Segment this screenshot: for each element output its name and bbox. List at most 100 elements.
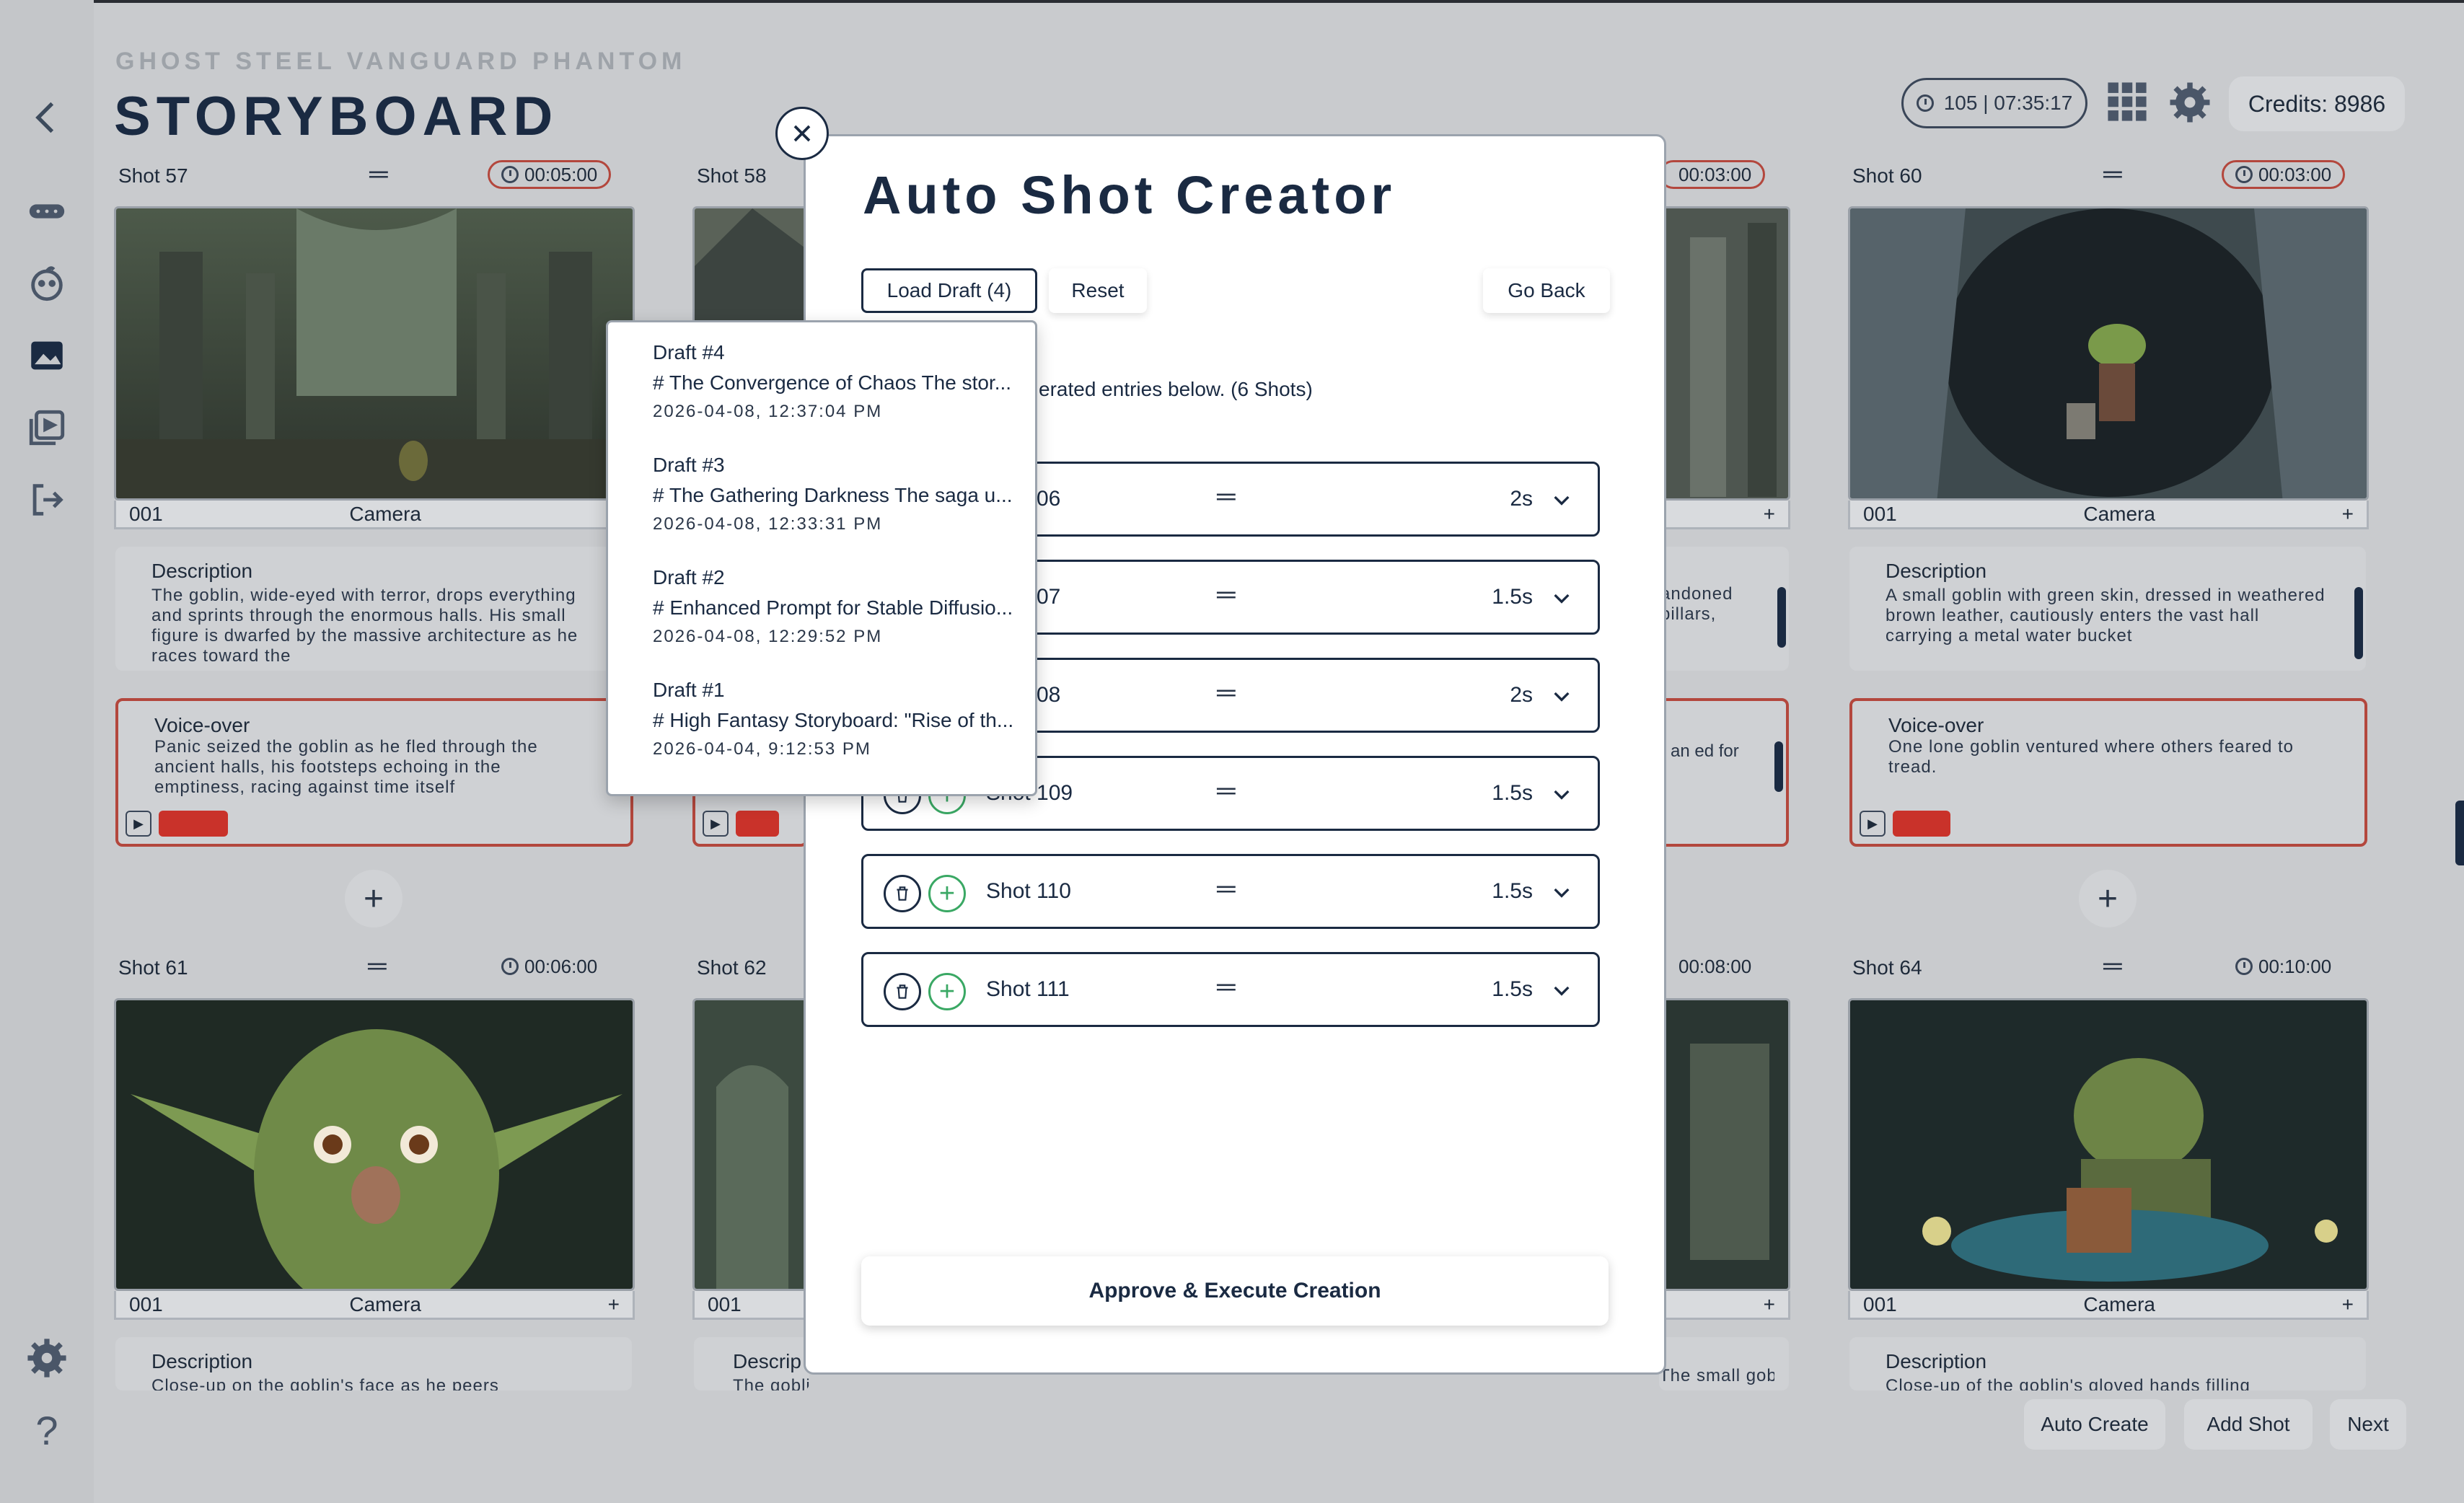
reset-button[interactable]: Reset bbox=[1049, 268, 1147, 313]
scrollbar[interactable] bbox=[1777, 587, 1786, 648]
shot-60-image[interactable] bbox=[1848, 206, 2369, 501]
shot-row-label[interactable]: Shot 111 bbox=[986, 977, 1070, 1002]
shot-row-duration[interactable]: 2s bbox=[1510, 487, 1533, 511]
draft-item[interactable]: Draft #2 # Enhanced Prompt for Stable Di… bbox=[653, 566, 1035, 679]
shot-64-image[interactable] bbox=[1848, 998, 2369, 1291]
delete-trash-icon[interactable] bbox=[884, 875, 921, 912]
load-draft-button[interactable]: Load Draft (4) bbox=[861, 268, 1037, 313]
shot-64-description[interactable]: Description Close-up of the goblin's glo… bbox=[1849, 1337, 2366, 1390]
shot-57-description[interactable]: Description The goblin, wide-eyed with t… bbox=[115, 547, 632, 671]
shot-row[interactable]: + Shot 111 ═ 1.5s bbox=[861, 952, 1600, 1027]
shot-61-description[interactable]: Description Close-up on the goblin's fac… bbox=[115, 1337, 632, 1390]
shot-row-label[interactable]: Shot 110 bbox=[986, 879, 1071, 904]
go-back-button[interactable]: Go Back bbox=[1483, 268, 1610, 313]
grid-view-icon[interactable] bbox=[2106, 81, 2148, 123]
page-scrollbar[interactable] bbox=[2455, 801, 2464, 865]
camera-label[interactable]: Camera bbox=[349, 503, 421, 526]
shot-row-duration[interactable]: 2s bbox=[1510, 683, 1533, 708]
shot-57-voiceover[interactable]: Voice-over Panic seized the goblin as he… bbox=[115, 698, 633, 847]
shot-59-camera-row[interactable]: + bbox=[1659, 501, 1790, 529]
shot-row-label[interactable]: 08 bbox=[1037, 683, 1060, 708]
add-shot-between-button[interactable]: + bbox=[2079, 870, 2137, 927]
logout-icon[interactable] bbox=[23, 476, 71, 524]
drag-handle-icon[interactable]: ═ bbox=[2103, 159, 2122, 189]
add-shot-button[interactable]: Add Shot bbox=[2184, 1399, 2313, 1450]
add-frame-icon[interactable]: + bbox=[1764, 503, 1775, 526]
shot-row-duration[interactable]: 1.5s bbox=[1492, 585, 1533, 609]
shot-59-image[interactable] bbox=[1659, 206, 1790, 501]
character-face-icon[interactable] bbox=[23, 260, 71, 307]
auto-create-button[interactable]: Auto Create bbox=[2024, 1399, 2165, 1450]
chevron-down-icon[interactable] bbox=[1550, 783, 1573, 806]
draft-item[interactable]: Draft #1 # High Fantasy Storyboard: "Ris… bbox=[653, 679, 1035, 791]
next-button[interactable]: Next bbox=[2330, 1399, 2406, 1450]
storyboard-image-icon[interactable] bbox=[23, 332, 71, 379]
close-modal-button[interactable] bbox=[775, 107, 829, 160]
shot-61-camera-row[interactable]: 001 Camera + bbox=[114, 1291, 635, 1320]
shot-59-voiceover[interactable]: an ed for bbox=[1659, 698, 1789, 847]
draft-item[interactable]: Draft #3 # The Gathering Darkness The sa… bbox=[653, 454, 1035, 566]
shot-row-duration[interactable]: 1.5s bbox=[1492, 781, 1533, 806]
drag-handle-icon[interactable]: ═ bbox=[1217, 971, 1236, 1002]
drag-handle-icon[interactable]: ═ bbox=[2103, 951, 2122, 981]
drag-handle-icon[interactable]: ═ bbox=[1217, 677, 1236, 708]
camera-label[interactable]: Camera bbox=[349, 1293, 421, 1316]
shot-row-label[interactable]: 06 bbox=[1037, 487, 1060, 511]
play-icon[interactable]: ▶ bbox=[126, 811, 151, 837]
shot-62-description[interactable]: Descrip The goblin carefully crosses a d… bbox=[694, 1337, 809, 1390]
clock-icon bbox=[2235, 166, 2253, 183]
shot-61-image[interactable] bbox=[114, 998, 635, 1291]
play-icon[interactable]: ▶ bbox=[1860, 811, 1886, 837]
drag-handle-icon[interactable]: ═ bbox=[1217, 775, 1236, 806]
help-question-icon[interactable]: ? bbox=[23, 1406, 71, 1454]
video-library-icon[interactable] bbox=[23, 404, 71, 451]
shot-row[interactable]: + Shot 110 ═ 1.5s bbox=[861, 854, 1600, 929]
add-frame-icon[interactable]: + bbox=[608, 1293, 620, 1316]
shot-62-camera-row[interactable]: 001 bbox=[692, 1291, 808, 1320]
gamepad-icon[interactable] bbox=[23, 188, 71, 235]
add-frame-icon[interactable]: + bbox=[1764, 1293, 1775, 1316]
approve-execute-button[interactable]: Approve & Execute Creation bbox=[861, 1256, 1609, 1326]
draft-item[interactable]: Draft #4 # The Convergence of Chaos The … bbox=[653, 341, 1035, 454]
shot-64-camera-row[interactable]: 001 Camera + bbox=[1848, 1291, 2369, 1320]
shot-57-camera-row[interactable]: 001 Camera + bbox=[114, 501, 635, 529]
chevron-down-icon[interactable] bbox=[1550, 684, 1573, 708]
shot-57-image[interactable] bbox=[114, 206, 635, 501]
drag-handle-icon[interactable]: ═ bbox=[1217, 873, 1236, 904]
play-icon[interactable]: ▶ bbox=[703, 811, 729, 837]
drag-handle-icon[interactable]: ═ bbox=[1217, 481, 1236, 511]
scrollbar[interactable] bbox=[2354, 587, 2363, 659]
shot-63-image[interactable] bbox=[1659, 998, 1790, 1291]
camera-label[interactable]: Camera bbox=[2083, 1293, 2155, 1316]
drag-handle-icon[interactable]: ═ bbox=[369, 159, 388, 189]
shot-row-label[interactable]: 07 bbox=[1037, 585, 1060, 609]
shot-62-image[interactable] bbox=[692, 998, 808, 1291]
shot-60-camera-row[interactable]: 001 Camera + bbox=[1848, 501, 2369, 529]
add-frame-icon[interactable]: + bbox=[2342, 1293, 2354, 1316]
add-circle-icon[interactable]: + bbox=[928, 973, 966, 1010]
chevron-down-icon[interactable] bbox=[1550, 881, 1573, 904]
scrollbar[interactable] bbox=[1774, 741, 1783, 792]
chevron-down-icon[interactable] bbox=[1550, 979, 1573, 1002]
window-top-border bbox=[0, 0, 2464, 3]
shot-row-duration[interactable]: 1.5s bbox=[1492, 879, 1533, 904]
add-circle-icon[interactable]: + bbox=[928, 875, 966, 912]
drag-handle-icon[interactable]: ═ bbox=[1217, 579, 1236, 609]
settings-gear-icon[interactable] bbox=[23, 1334, 71, 1382]
settings-icon[interactable] bbox=[2168, 81, 2212, 124]
delete-trash-icon[interactable] bbox=[884, 973, 921, 1010]
chevron-down-icon[interactable] bbox=[1550, 586, 1573, 609]
shot-63-camera-row[interactable]: + bbox=[1659, 1291, 1790, 1320]
shot-63-description[interactable]: The small goblin walks past enormous dwa… bbox=[1659, 1337, 1789, 1390]
add-shot-between-button[interactable]: + bbox=[345, 870, 402, 927]
chevron-down-icon[interactable] bbox=[1550, 488, 1573, 511]
camera-label[interactable]: Camera bbox=[2083, 503, 2155, 526]
shot-row-duration[interactable]: 1.5s bbox=[1492, 977, 1533, 1002]
shot-60-description[interactable]: Description A small goblin with green sk… bbox=[1849, 547, 2366, 671]
timer-value: 00:03:00 bbox=[1678, 163, 1752, 185]
add-frame-icon[interactable]: + bbox=[2342, 503, 2354, 526]
drag-handle-icon[interactable]: ═ bbox=[368, 951, 387, 981]
shot-59-description[interactable]: andoned pillars, bbox=[1659, 547, 1789, 671]
shot-60-voiceover[interactable]: Voice-over One lone goblin ventured wher… bbox=[1849, 698, 2367, 847]
back-arrow-icon[interactable] bbox=[23, 94, 71, 141]
